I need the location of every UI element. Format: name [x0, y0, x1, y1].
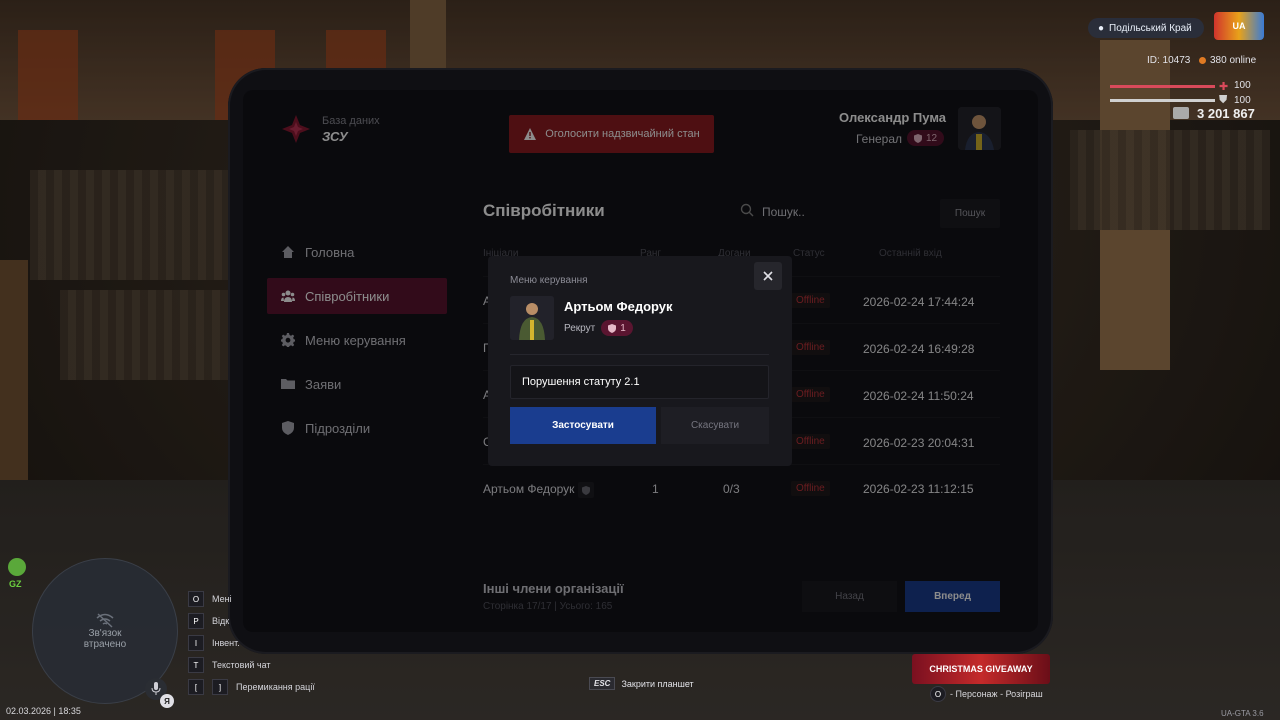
armor-bar: [1110, 99, 1215, 102]
minimap-status: Зв'язок втрачено: [83, 628, 127, 650]
online-text: 380 online: [1210, 55, 1257, 66]
modal-employee-name: Артьом Федорук: [564, 299, 673, 314]
datetime: 02.03.2026 | 18:35: [6, 706, 81, 716]
promo-hint: O - Персонаж - Розіграш: [930, 686, 1043, 702]
gz-icon: [8, 558, 26, 576]
armor-bar-fill: [1110, 99, 1215, 102]
gz-label: GZ: [9, 579, 22, 589]
server-badge: ● Подільський Край: [1088, 18, 1204, 38]
money-value: 3 201 867: [1197, 106, 1255, 121]
online-dot-icon: [1199, 57, 1206, 64]
christmas-giveaway-banner[interactable]: CHRISTMAS GIVEAWAY: [912, 654, 1050, 684]
online-count: 380 online: [1199, 55, 1256, 66]
level-badge: 1: [601, 320, 633, 336]
server-name: Подільський Край: [1109, 22, 1192, 34]
key-badge: O: [188, 591, 204, 607]
money-icon: [1173, 107, 1189, 119]
close-tablet-hint: ESC Закрити планшет: [589, 677, 694, 690]
close-icon: [763, 271, 773, 281]
promo-label: - Персонаж - Розіграш: [950, 689, 1043, 699]
close-button[interactable]: [754, 262, 782, 290]
keybind-row: O Мені: [188, 588, 315, 610]
key-badge: P: [188, 613, 204, 629]
avatar: [510, 296, 554, 340]
esc-label: Закрити планшет: [621, 678, 694, 689]
keybind-list: O Мені P Відк I Інвент. T Текстовий чат [] Пе…: [188, 588, 315, 698]
key-label: Інвент.: [212, 638, 240, 648]
reason-input[interactable]: [510, 365, 769, 399]
keybind-row: [] Перемикання рації: [188, 676, 315, 698]
key-label: Текстовий чат: [212, 660, 271, 670]
key-badge: ]: [212, 679, 228, 695]
key-badge: T: [188, 657, 204, 673]
game-logo: UA: [1214, 12, 1264, 40]
key-badge: O: [930, 686, 946, 702]
key-label: Відк: [212, 616, 230, 626]
esc-key-badge: ESC: [589, 677, 616, 690]
key-badge: I: [188, 635, 204, 651]
keybind-row: P Відк: [188, 610, 315, 632]
globe-icon: ●: [1098, 22, 1105, 34]
armor-value: 100: [1234, 95, 1251, 106]
key-badge: [: [188, 679, 204, 695]
health-bar-fill: [1110, 85, 1215, 88]
health-bar: [1110, 85, 1215, 88]
keybind-row: I Інвент.: [188, 632, 315, 654]
shield-icon: [608, 323, 617, 333]
level-value: 1: [620, 322, 626, 334]
health-value: 100: [1234, 80, 1251, 91]
modal-employee-rank: Рекрут 1: [564, 320, 633, 336]
health-icon: ✚: [1219, 81, 1229, 93]
modal-rank-label: Рекрут: [564, 322, 596, 334]
mic-key-badge: Я: [160, 694, 174, 708]
player-id: ID: 10473: [1147, 55, 1191, 66]
no-signal-icon: [96, 613, 114, 628]
divider: [510, 354, 769, 355]
apply-button[interactable]: Застосувати: [510, 407, 656, 444]
modal-title: Меню керування: [510, 275, 588, 286]
cancel-button[interactable]: Скасувати: [661, 407, 769, 444]
key-label: Перемикання рації: [236, 682, 315, 692]
version-label: UA-GTA 3.6: [1221, 709, 1264, 718]
key-label: Мені: [212, 594, 232, 604]
keybind-row: T Текстовий чат: [188, 654, 315, 676]
